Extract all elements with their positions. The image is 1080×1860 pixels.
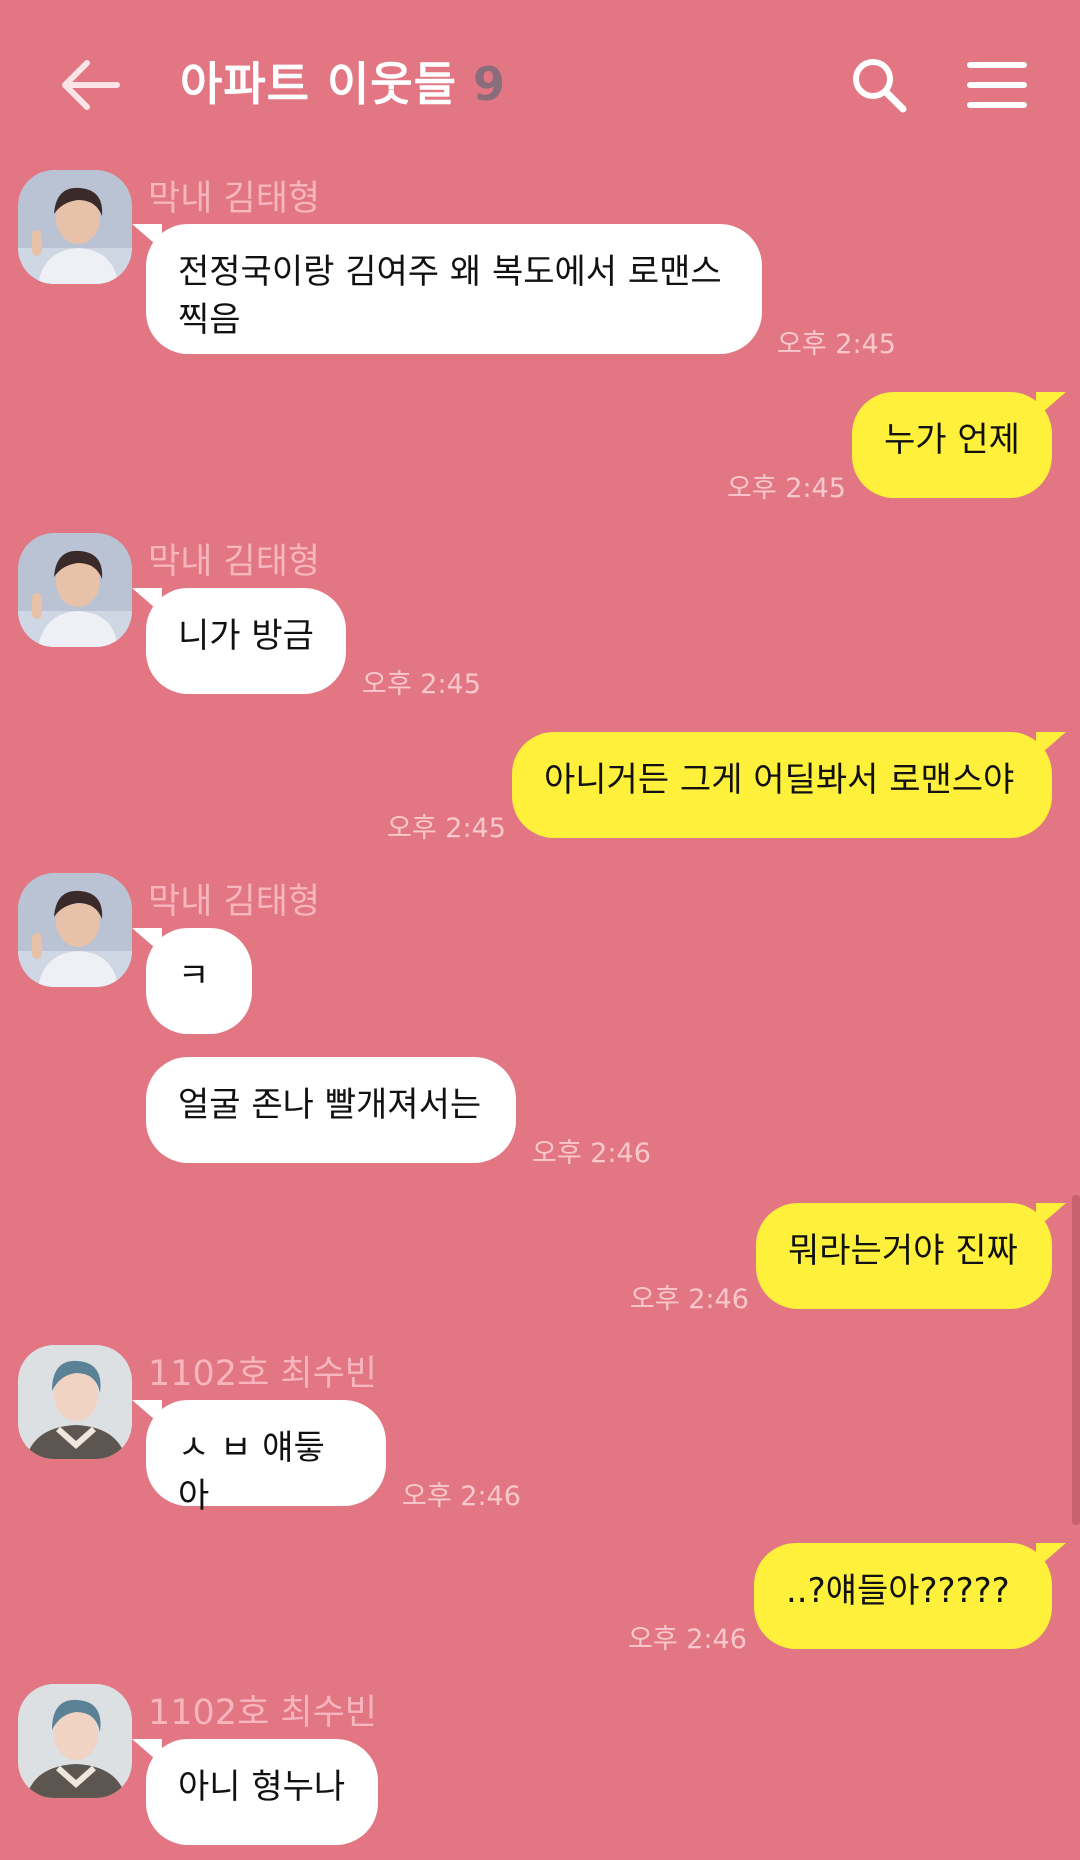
message-bubble-incoming[interactable]: ㅋ — [132, 928, 252, 1034]
profile-photo — [18, 1345, 132, 1459]
message-timestamp: 오후 2:45 — [727, 473, 846, 504]
profile-photo — [18, 1684, 132, 1798]
message-timestamp: 오후 2:45 — [362, 669, 481, 700]
message-bubble-incoming[interactable]: 아니 형누나 — [132, 1739, 378, 1845]
avatar-taehyung[interactable] — [18, 533, 132, 647]
message-bubble-outgoing[interactable]: 누가 언제 — [852, 392, 1066, 498]
message-line: 전정국이랑 김여주 왜 복도에서 로맨스 — [178, 252, 722, 292]
message-text: ㅋ — [178, 956, 210, 996]
message-text: 아니 형누나 — [178, 1767, 346, 1807]
message-text: 누가 언제 — [884, 420, 1020, 460]
message-bubble-incoming[interactable]: 니가 방금 — [132, 588, 346, 694]
message-timestamp: 오후 2:46 — [532, 1138, 651, 1169]
message-text: 뭐라는거야 진짜 — [788, 1231, 1018, 1271]
avatar-taehyung[interactable] — [18, 170, 132, 284]
scrollbar[interactable] — [1072, 1195, 1080, 1525]
menu-button[interactable] — [965, 55, 1035, 115]
message-timestamp: 오후 2:45 — [387, 813, 506, 844]
message-bubble-outgoing[interactable]: ..?얘들아????? — [754, 1543, 1066, 1649]
arrow-left-icon — [62, 60, 120, 110]
message-timestamp: 오후 2:45 — [777, 329, 896, 360]
search-button[interactable] — [845, 55, 915, 115]
message-text: 니가 방금 — [178, 616, 314, 656]
message-timestamp: 오후 2:46 — [628, 1624, 747, 1655]
profile-photo — [18, 170, 132, 284]
profile-photo — [18, 533, 132, 647]
hamburger-menu-icon — [967, 62, 1027, 108]
sender-name: 막내 김태형 — [148, 179, 321, 219]
back-button[interactable] — [55, 55, 125, 115]
message-bubble-outgoing[interactable]: 뭐라는거야 진짜 — [756, 1203, 1066, 1309]
sender-name: 막내 김태형 — [148, 882, 321, 922]
message-timestamp: 오후 2:46 — [630, 1284, 749, 1315]
chat-title-group: 아파트 이웃들 9 — [180, 48, 505, 118]
chat-header: 아파트 이웃들 9 — [0, 0, 1080, 170]
message-text: 얼굴 존나 빨개져서는 — [178, 1085, 482, 1125]
sender-name: 막내 김태형 — [148, 542, 321, 582]
avatar-soobin[interactable] — [18, 1684, 132, 1798]
message-bubble-incoming[interactable]: 전정국이랑 김여주 왜 복도에서 로맨스 찍음 — [132, 224, 762, 354]
message-bubble-outgoing[interactable]: 아니거든 그게 어딜봐서 로맨스야 — [512, 732, 1066, 838]
message-text: 아니거든 그게 어딜봐서 로맨스야 — [544, 760, 1015, 800]
message-timestamp: 오후 2:46 — [402, 1481, 521, 1512]
message-bubble-incoming[interactable]: 얼굴 존나 빨개져서는 — [146, 1057, 516, 1163]
avatar-taehyung[interactable] — [18, 873, 132, 987]
avatar-soobin[interactable] — [18, 1345, 132, 1459]
profile-photo — [18, 873, 132, 987]
chat-title: 아파트 이웃들 — [180, 57, 457, 111]
message-text: ㅅ ㅂ 얘듷아 — [178, 1428, 325, 1516]
sender-name: 1102호 최수빈 — [148, 1693, 377, 1733]
member-count: 9 — [472, 57, 505, 111]
search-icon — [853, 59, 907, 113]
message-text: ..?얘들아????? — [786, 1571, 1010, 1611]
message-bubble-incoming[interactable]: ㅅ ㅂ 얘듷아 — [132, 1400, 386, 1516]
sender-name: 1102호 최수빈 — [148, 1354, 377, 1394]
message-line: 찍음 — [178, 300, 241, 340]
